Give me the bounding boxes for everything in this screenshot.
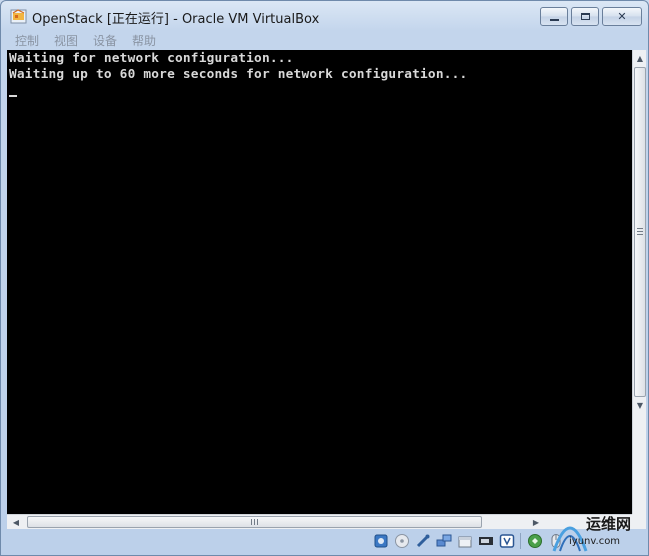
display-icon[interactable] xyxy=(478,533,494,549)
menu-control[interactable]: 控制 xyxy=(15,32,39,49)
virtualbox-window: OpenStack [正在运行] - Oracle VM VirtualBox … xyxy=(0,0,649,556)
grip-icon xyxy=(251,519,259,525)
menu-help[interactable]: 帮助 xyxy=(132,32,156,49)
scroll-up-arrow-icon[interactable]: ▲ xyxy=(634,51,646,65)
console-line: Waiting for network configuration... xyxy=(9,51,294,66)
hard-disk-icon[interactable] xyxy=(373,533,389,549)
close-icon: ✕ xyxy=(617,10,627,23)
menu-view[interactable]: 视图 xyxy=(54,32,78,49)
minimize-button[interactable] xyxy=(540,7,568,26)
vertical-scroll-thumb[interactable] xyxy=(634,67,646,397)
maximize-icon xyxy=(580,13,590,20)
maximize-button[interactable] xyxy=(571,7,599,26)
text-cursor xyxy=(9,95,17,97)
virtualization-icon[interactable] xyxy=(527,533,543,549)
window-title: OpenStack [正在运行] - Oracle VM VirtualBox xyxy=(32,12,320,27)
network-icon[interactable] xyxy=(436,533,452,549)
console-line: Waiting up to 60 more seconds for networ… xyxy=(9,67,468,82)
close-button[interactable]: ✕ xyxy=(602,7,642,26)
horizontal-scroll-thumb[interactable] xyxy=(27,516,482,528)
usb-icon[interactable] xyxy=(415,533,431,549)
watermark-subtitle: iyunv.com xyxy=(569,536,621,547)
shared-folder-icon[interactable] xyxy=(457,533,473,549)
title-bar[interactable]: OpenStack [正在运行] - Oracle VM VirtualBox … xyxy=(1,1,648,31)
minimize-icon xyxy=(549,18,559,21)
scroll-left-arrow-icon[interactable]: ◀ xyxy=(9,516,23,528)
vm-console-screen[interactable]: Waiting for network configuration... Wai… xyxy=(7,50,632,514)
menu-bar: 控制 视图 设备 帮助 xyxy=(7,30,642,50)
menu-devices[interactable]: 设备 xyxy=(93,32,117,49)
vertical-scrollbar[interactable]: ▲ ▼ xyxy=(632,50,646,514)
status-separator xyxy=(520,533,521,549)
scroll-right-arrow-icon[interactable]: ▶ xyxy=(529,516,543,528)
scroll-down-arrow-icon[interactable]: ▼ xyxy=(634,398,646,412)
video-capture-icon[interactable] xyxy=(499,533,515,549)
optical-drive-icon[interactable] xyxy=(394,533,410,549)
watermark-title: 运维网 xyxy=(586,515,632,533)
virtualbox-app-icon[interactable] xyxy=(10,8,27,25)
grip-icon xyxy=(637,228,643,235)
horizontal-scrollbar[interactable]: ◀ ▶ xyxy=(7,514,632,529)
